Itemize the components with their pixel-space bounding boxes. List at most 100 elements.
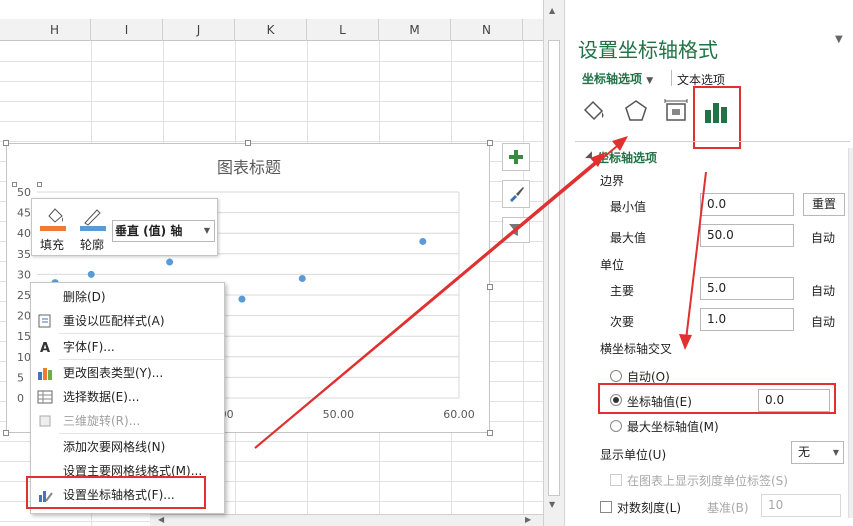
column-header-L[interactable]: L [307,19,379,41]
fill-button[interactable]: 填充 [38,204,72,254]
scroll-right-icon[interactable]: ▶ [525,515,531,524]
gridline [0,81,548,82]
x-tick-label: 60.00 [443,408,475,421]
menu-item-font[interactable]: A 字体(F)... [31,335,224,359]
major-label: 主要 [610,284,635,298]
display-units-label: 显示单位(U) [600,448,667,462]
max-bound-input[interactable]: 50.0 [700,224,794,247]
scrollbar-thumb[interactable] [548,40,560,496]
menu-item-label: 选择数据(E)... [63,390,140,404]
mini-toolbar: 填充 轮廓 垂直 (值) 轴 ▼ [31,198,218,256]
chevron-down-icon: ▼ [203,226,210,235]
x-tick-label: 50.00 [323,408,355,421]
minor-label: 次要 [610,315,635,329]
column-header-H[interactable]: H [19,19,91,41]
fill-line-tab-icon[interactable] [581,98,607,124]
outline-button[interactable]: 轮廓 [78,204,112,254]
minor-unit-input[interactable]: 1.0 [700,308,794,331]
axis-selection-handle[interactable] [12,182,17,187]
pane-options-chevron-icon[interactable]: ▼ [835,34,843,45]
vertical-scrollbar[interactable]: ▲ ▼ [543,0,564,526]
menu-separator [59,433,224,434]
column-header-K[interactable]: K [235,19,307,41]
cross-max-label: 最大坐标轴值(M) [627,420,719,434]
effects-tab-icon[interactable] [623,98,649,124]
size-properties-tab-icon[interactable] [663,98,689,124]
cross-axis-value-label: 坐标轴值(E) [627,395,692,409]
scroll-up-icon[interactable]: ▲ [549,6,555,15]
gridline [0,101,548,102]
show-units-checkbox[interactable] [610,474,622,486]
data-point [298,275,306,283]
pane-scrollbar[interactable] [848,148,853,518]
resize-handle[interactable] [487,284,493,290]
menu-item-reset-style[interactable]: 重设以匹配样式(A) [31,309,224,333]
menu-item-select-data[interactable]: 选择数据(E)... [31,385,224,409]
cross-max-radio[interactable] [610,420,622,432]
axis-options-tab-icon[interactable] [704,100,728,124]
format-axis-icon [37,487,53,503]
y-tick-label: 35 [17,248,31,261]
cross-axis-value-radio[interactable] [610,394,622,406]
menu-item-delete[interactable]: 删除(D) [31,285,224,309]
minor-auto-label: 自动 [811,315,836,329]
scroll-left-icon[interactable]: ◀ [158,515,164,524]
chart-elements-button[interactable] [502,143,530,171]
data-point [87,270,95,278]
chart-type-icon [37,365,53,381]
font-icon: A [37,339,53,356]
menu-item-label: 三维旋转(R)... [63,414,141,428]
tab-axis-options-label: 坐标轴选项 [582,72,643,86]
paint-bucket-icon [48,208,63,223]
resize-handle[interactable] [487,430,493,436]
log-base-input[interactable]: 10 [761,494,841,517]
major-unit-input[interactable]: 5.0 [700,277,794,300]
chevron-down-icon: ▼ [646,76,654,86]
display-units-select[interactable]: 无 ▼ [791,441,844,464]
y-tick-label: 20 [17,310,31,323]
pane-title: 设置坐标轴格式 [578,38,718,62]
tab-axis-options[interactable]: 坐标轴选项 ▼ [582,70,653,87]
chevron-down-icon: ▼ [832,448,839,457]
resize-handle[interactable] [3,430,9,436]
y-tick-label: 5 [17,371,24,384]
cross-auto-radio[interactable] [610,370,622,382]
min-label: 最小值 [610,200,647,214]
max-label: 最大值 [610,231,647,245]
horizontal-scrollbar[interactable]: ◀ ▶ [150,514,543,526]
menu-item-change-chart-type[interactable]: 更改图表类型(Y)... [31,361,224,385]
menu-item-label: 设置主要网格线格式(M)... [63,464,203,478]
chart-styles-button[interactable] [502,180,530,208]
menu-item-rotate-3d[interactable]: 三维旋转(R)... [31,409,224,433]
menu-separator [59,333,224,334]
cross-axis-value-input[interactable]: 0.0 [758,389,830,412]
chart-filters-button[interactable] [502,217,530,243]
menu-item-format-major-gridlines[interactable]: 设置主要网格线格式(M)... [31,459,224,483]
y-tick-label: 50 [17,186,31,199]
menu-item-format-axis[interactable]: 设置坐标轴格式(F)... [31,483,224,507]
collapse-triangle-icon[interactable]: ◢ [585,150,592,160]
resize-handle[interactable] [487,140,493,146]
column-header-N[interactable]: N [451,19,523,41]
section-axis-options[interactable]: 坐标轴选项 [597,149,657,166]
menu-item-add-minor-gridlines[interactable]: 添加次要网格线(N) [31,435,224,459]
log-base-label: 基准(B) [707,501,749,515]
scroll-down-icon[interactable]: ▼ [549,500,555,509]
log-scale-checkbox[interactable] [600,501,612,513]
units-label: 单位 [600,258,625,272]
column-header-J[interactable]: J [163,19,235,41]
axis-selection-handle[interactable] [37,182,42,187]
resize-handle[interactable] [245,140,251,146]
menu-item-label: 删除(D) [63,290,106,304]
rotate-3d-icon [37,413,53,429]
column-header-I[interactable]: I [91,19,163,41]
gridline [0,61,548,62]
min-bound-input[interactable]: 0.0 [700,193,794,216]
chart-element-select[interactable]: 垂直 (值) 轴 ▼ [112,220,215,242]
reset-button[interactable]: 重置 [803,193,845,216]
menu-item-label: 更改图表类型(Y)... [63,366,164,380]
column-header-row: HIJKLMN [0,19,548,41]
resize-handle[interactable] [3,140,9,146]
data-point [166,258,174,266]
column-header-M[interactable]: M [379,19,451,41]
